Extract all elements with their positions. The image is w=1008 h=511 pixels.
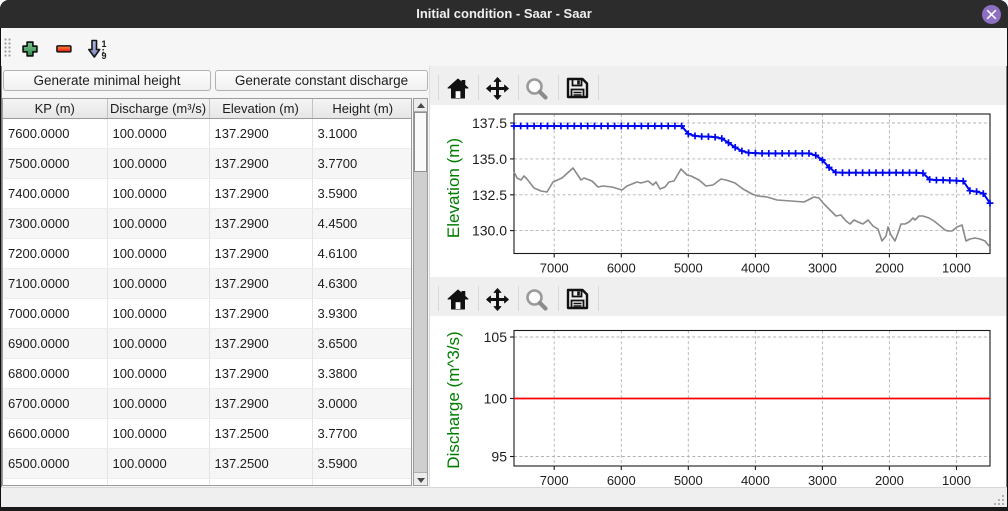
svg-text:3000: 3000 xyxy=(808,261,837,276)
svg-text:7000: 7000 xyxy=(540,473,569,487)
svg-text:130.0: 130.0 xyxy=(472,223,507,239)
svg-text:1000: 1000 xyxy=(942,261,971,276)
svg-text:2000: 2000 xyxy=(875,261,904,276)
svg-text:7000: 7000 xyxy=(540,261,569,276)
svg-text:5000: 5000 xyxy=(674,473,703,487)
svg-text:4000: 4000 xyxy=(741,473,770,487)
svg-text:6000: 6000 xyxy=(607,261,636,276)
svg-text:3000: 3000 xyxy=(808,473,837,487)
svg-text:95: 95 xyxy=(491,449,507,465)
svg-text:135.0: 135.0 xyxy=(472,151,507,167)
svg-text:1000: 1000 xyxy=(942,473,971,487)
svg-text:6000: 6000 xyxy=(607,473,636,487)
svg-text:9: 9 xyxy=(102,51,107,60)
svg-text:5000: 5000 xyxy=(674,261,703,276)
svg-text:105: 105 xyxy=(484,329,508,345)
svg-text:132.5: 132.5 xyxy=(472,187,507,203)
svg-text:1: 1 xyxy=(102,39,107,49)
svg-text:137.5: 137.5 xyxy=(472,115,507,131)
svg-text:2000: 2000 xyxy=(875,473,904,487)
svg-text:4000: 4000 xyxy=(741,261,770,276)
svg-text:100: 100 xyxy=(484,391,508,407)
